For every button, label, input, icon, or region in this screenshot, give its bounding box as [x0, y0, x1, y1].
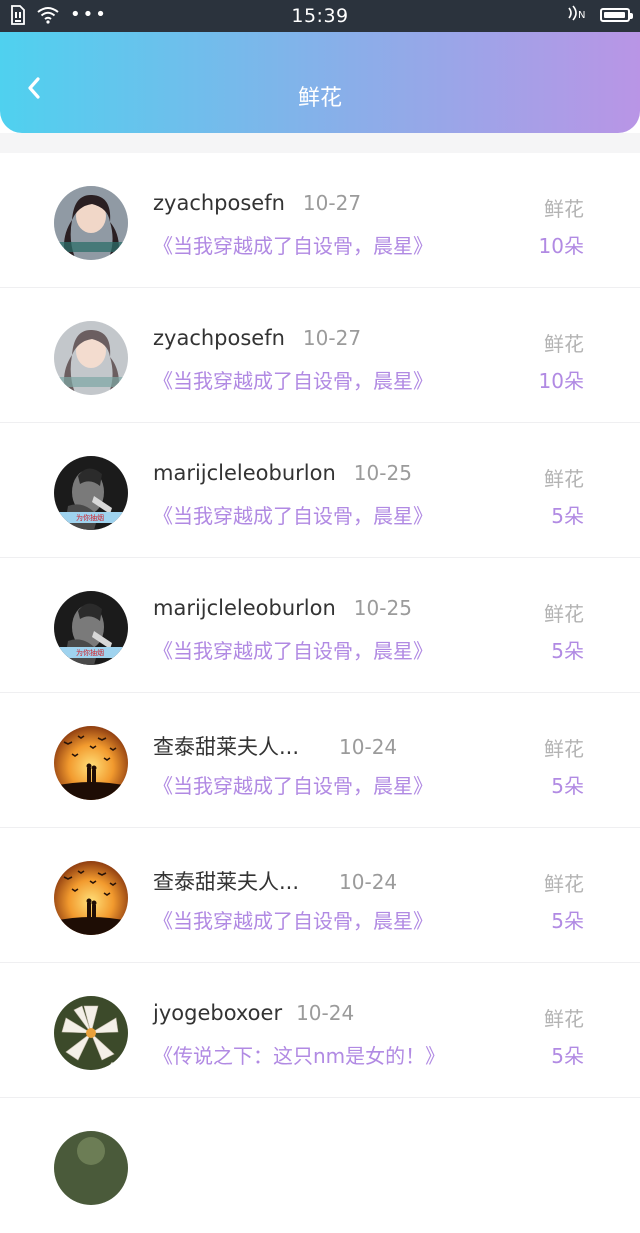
- gift-label: 鲜花: [544, 602, 584, 626]
- list-item[interactable]: [0, 1098, 640, 1233]
- header-bar: 鲜花: [0, 32, 640, 133]
- book-title[interactable]: 《传说之下：这只nm是女的！》: [153, 1040, 445, 1069]
- nfc-icon: N: [566, 5, 588, 25]
- svg-text:为你抽烟: 为你抽烟: [76, 648, 104, 657]
- svg-text:N: N: [578, 10, 585, 21]
- username[interactable]: marijcleleoburlon: [153, 461, 336, 485]
- list-item[interactable]: zyachposefn 10-27 《当我穿越成了自设骨，晨星》 鲜花 10朵: [0, 153, 640, 288]
- list-item[interactable]: 查泰甜莱夫人... 10-24 《当我穿越成了自设骨，晨星》 鲜花 5朵: [0, 828, 640, 963]
- gift-count: 5朵: [551, 1044, 584, 1068]
- date: 10-24: [339, 735, 398, 759]
- date: 10-25: [353, 461, 412, 485]
- gift-count: 10朵: [538, 369, 584, 393]
- avatar[interactable]: [54, 996, 128, 1070]
- svg-text:为你抽烟: 为你抽烟: [76, 513, 104, 522]
- username[interactable]: 查泰甜莱夫人...: [153, 866, 299, 896]
- status-time: 15:39: [291, 5, 349, 27]
- book-title[interactable]: 《当我穿越成了自设骨，晨星》: [153, 230, 433, 259]
- date: 10-27: [302, 326, 362, 350]
- avatar[interactable]: [54, 1131, 128, 1205]
- avatar[interactable]: 为你抽烟: [54, 591, 128, 665]
- battery-icon: [600, 8, 633, 22]
- book-title[interactable]: 《当我穿越成了自设骨，晨星》: [153, 635, 433, 664]
- gift-label: 鲜花: [544, 1007, 584, 1031]
- gift-count: 5朵: [551, 639, 584, 663]
- battery-level: [604, 12, 625, 18]
- book-title[interactable]: 《当我穿越成了自设骨，晨星》: [153, 905, 433, 934]
- list-item[interactable]: zyachposefn 10-27 《当我穿越成了自设骨，晨星》 鲜花 10朵: [0, 288, 640, 423]
- date: 10-25: [353, 596, 412, 620]
- gift-label: 鲜花: [544, 332, 584, 356]
- list-item[interactable]: 为你抽烟 marijcleleoburlon 10-25 《当我穿越成了自设骨，…: [0, 423, 640, 558]
- gift-count: 5朵: [551, 909, 584, 933]
- section-divider: [0, 133, 640, 153]
- avatar[interactable]: [54, 861, 128, 935]
- page-title: 鲜花: [297, 86, 342, 111]
- list-item[interactable]: 为你抽烟 marijcleleoburlon 10-25 《当我穿越成了自设骨，…: [0, 558, 640, 693]
- gift-count: 10朵: [538, 234, 584, 258]
- flower-record-list: zyachposefn 10-27 《当我穿越成了自设骨，晨星》 鲜花 10朵 …: [0, 153, 640, 1233]
- book-title[interactable]: 《当我穿越成了自设骨，晨星》: [153, 365, 433, 394]
- username[interactable]: jyogeboxoer: [153, 1001, 282, 1025]
- gift-label: 鲜花: [544, 467, 584, 491]
- status-bar: ••• 15:39 N: [0, 0, 640, 32]
- book-title[interactable]: 《当我穿越成了自设骨，晨星》: [153, 770, 433, 799]
- gift-count: 5朵: [551, 774, 584, 798]
- list-item[interactable]: jyogeboxoer 10-24 《传说之下：这只nm是女的！》 鲜花 5朵: [0, 963, 640, 1098]
- list-item[interactable]: 查泰甜莱夫人... 10-24 《当我穿越成了自设骨，晨星》 鲜花 5朵: [0, 693, 640, 828]
- avatar[interactable]: [54, 321, 128, 395]
- username[interactable]: zyachposefn: [153, 326, 285, 350]
- gift-label: 鲜花: [544, 197, 584, 221]
- username[interactable]: zyachposefn: [153, 191, 285, 215]
- gift-label: 鲜花: [544, 737, 584, 761]
- book-title[interactable]: 《当我穿越成了自设骨，晨星》: [153, 500, 433, 529]
- username[interactable]: marijcleleoburlon: [153, 596, 336, 620]
- date: 10-24: [296, 1001, 355, 1025]
- avatar[interactable]: [54, 726, 128, 800]
- avatar[interactable]: [54, 186, 128, 260]
- username[interactable]: 查泰甜莱夫人...: [153, 731, 299, 761]
- date: 10-24: [339, 870, 398, 894]
- gift-count: 5朵: [551, 504, 584, 528]
- gift-label: 鲜花: [544, 872, 584, 896]
- date: 10-27: [302, 191, 362, 215]
- avatar[interactable]: 为你抽烟: [54, 456, 128, 530]
